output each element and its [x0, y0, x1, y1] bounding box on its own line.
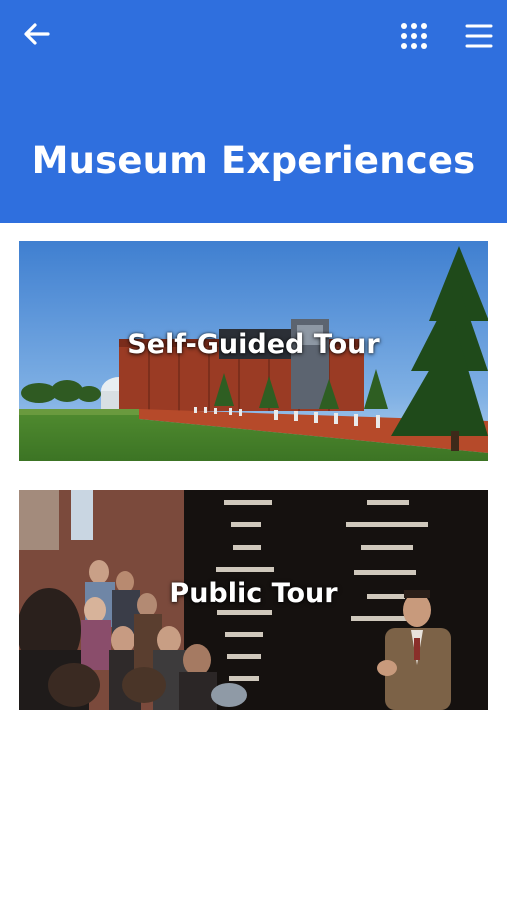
back-arrow-icon — [24, 23, 50, 45]
self-guided-tour-label: Self-Guided Tour — [127, 329, 380, 360]
grid-dots-icon — [401, 23, 427, 49]
hamburger-menu-icon — [465, 24, 493, 48]
app-header: Museum Experiences — [0, 0, 507, 223]
hamburger-menu-button[interactable] — [465, 23, 493, 49]
back-button[interactable] — [22, 21, 52, 47]
grid-menu-button[interactable] — [400, 22, 428, 50]
public-tour-card[interactable]: Public Tour — [19, 490, 488, 710]
page-title: Museum Experiences — [31, 139, 476, 182]
public-tour-label: Public Tour — [169, 578, 338, 609]
self-guided-tour-card[interactable]: Self-Guided Tour — [19, 241, 488, 461]
